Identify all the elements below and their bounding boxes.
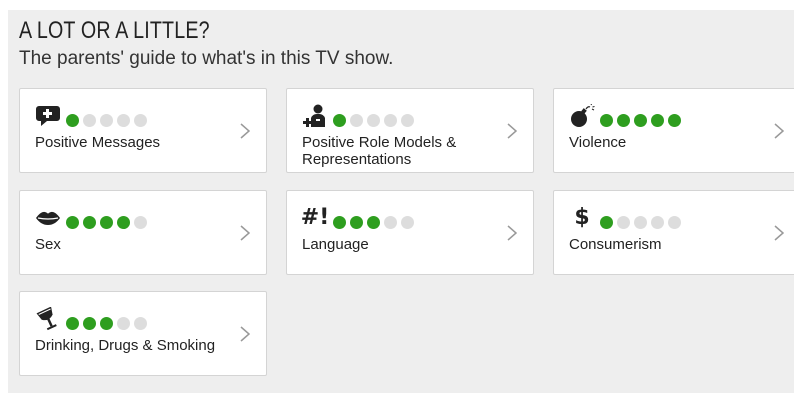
rating-dots: [66, 216, 147, 229]
category-label: Sex: [35, 236, 61, 253]
rating-dot-filled: [617, 114, 630, 127]
lips-icon: [34, 205, 62, 231]
dollar-icon: $: [568, 205, 596, 231]
rating-dots: [66, 114, 147, 127]
rating-dot-empty: [668, 216, 681, 229]
rating-dot-filled: [83, 317, 96, 330]
rating-dot-empty: [117, 317, 130, 330]
rating-dot-filled: [600, 216, 613, 229]
rating-dots: [333, 216, 414, 229]
rating-dot-empty: [134, 216, 147, 229]
category-label: Drinking, Drugs & Smoking: [35, 337, 216, 354]
rating-dots: [600, 114, 681, 127]
rating-dot-empty: [384, 114, 397, 127]
category-label: Positive Role Models & Representations: [302, 134, 457, 168]
category-card-positive-messages[interactable]: Positive Messages: [19, 88, 267, 173]
rating-dot-filled: [66, 114, 79, 127]
rating-dot-empty: [401, 216, 414, 229]
rating-dot-filled: [367, 216, 380, 229]
role-model-icon: [301, 103, 329, 129]
rating-dot-empty: [117, 114, 130, 127]
rating-dot-filled: [83, 216, 96, 229]
category-label: Consumerism: [569, 236, 662, 253]
category-card-language[interactable]: #! Language: [286, 190, 534, 275]
rating-dot-empty: [100, 114, 113, 127]
bomb-icon: [568, 103, 596, 129]
speech-bubble-plus-icon: [34, 103, 62, 129]
chevron-right-icon: [240, 225, 250, 241]
rating-dot-filled: [100, 216, 113, 229]
hash-exclamation-icon: #!: [301, 205, 329, 231]
rating-dot-empty: [401, 114, 414, 127]
rating-dot-filled: [333, 114, 346, 127]
category-card-violence[interactable]: Violence: [553, 88, 794, 173]
chevron-right-icon: [774, 123, 784, 139]
rating-dot-filled: [651, 114, 664, 127]
rating-dot-filled: [600, 114, 613, 127]
rating-dot-filled: [117, 216, 130, 229]
category-card-positive-role-models[interactable]: Positive Role Models & Representations: [286, 88, 534, 173]
rating-dot-empty: [651, 216, 664, 229]
chevron-right-icon: [507, 225, 517, 241]
rating-dot-filled: [100, 317, 113, 330]
category-card-sex[interactable]: Sex: [19, 190, 267, 275]
rating-dots: [66, 317, 147, 330]
wine-glass-icon: [34, 306, 62, 332]
section-subtitle: The parents' guide to what's in this TV …: [19, 48, 394, 69]
rating-dot-empty: [350, 114, 363, 127]
rating-dot-empty: [134, 317, 147, 330]
rating-dot-filled: [66, 216, 79, 229]
rating-dots: [600, 216, 681, 229]
chevron-right-icon: [240, 123, 250, 139]
chevron-right-icon: [240, 326, 250, 342]
category-label: Language: [302, 236, 369, 253]
category-label: Violence: [569, 134, 627, 151]
section-title: A LOT OR A LITTLE?: [19, 17, 210, 44]
rating-dot-empty: [384, 216, 397, 229]
rating-dot-filled: [668, 114, 681, 127]
language-glyph: #!: [300, 205, 330, 230]
category-label: Positive Messages: [35, 134, 161, 151]
a-lot-or-a-little-panel: A LOT OR A LITTLE? The parents' guide to…: [8, 10, 794, 393]
rating-dot-empty: [617, 216, 630, 229]
consumerism-glyph: $: [574, 205, 590, 230]
rating-dot-filled: [634, 114, 647, 127]
rating-dot-empty: [134, 114, 147, 127]
rating-dot-filled: [66, 317, 79, 330]
rating-dot-filled: [333, 216, 346, 229]
chevron-right-icon: [507, 123, 517, 139]
rating-dot-empty: [367, 114, 380, 127]
rating-dots: [333, 114, 414, 127]
rating-dot-empty: [634, 216, 647, 229]
category-card-drinking-drugs-smoking[interactable]: Drinking, Drugs & Smoking: [19, 291, 267, 376]
rating-dot-filled: [350, 216, 363, 229]
category-card-consumerism[interactable]: $ Consumerism: [553, 190, 794, 275]
chevron-right-icon: [774, 225, 784, 241]
rating-dot-empty: [83, 114, 96, 127]
